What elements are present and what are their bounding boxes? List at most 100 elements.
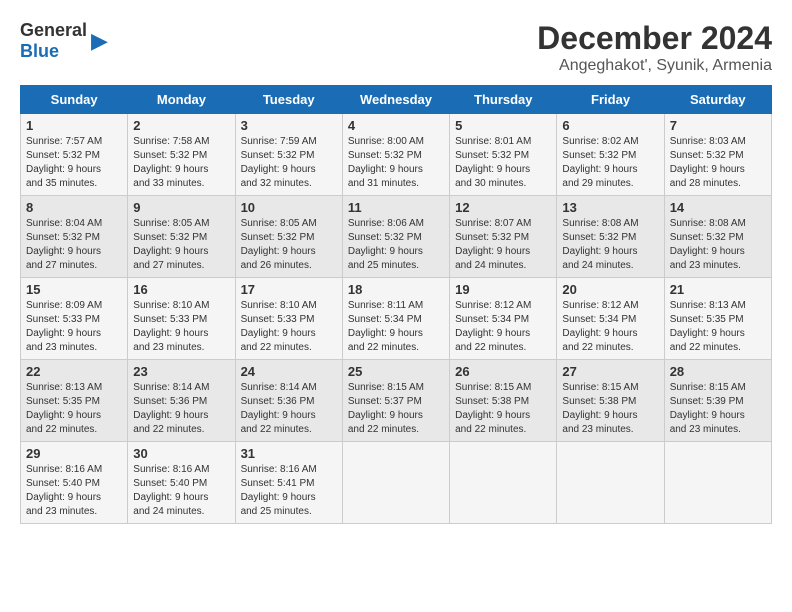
day-info: Sunrise: 8:10 AM Sunset: 5:33 PM Dayligh…	[241, 299, 337, 355]
header-tuesday: Tuesday	[235, 86, 342, 114]
day-number: 23	[133, 364, 229, 379]
calendar-cell: 4 Sunrise: 8:00 AM Sunset: 5:32 PM Daylig…	[342, 114, 449, 196]
day-number: 9	[133, 200, 229, 215]
day-info: Sunrise: 8:08 AM Sunset: 5:32 PM Dayligh…	[670, 217, 766, 273]
day-info: Sunrise: 8:00 AM Sunset: 5:32 PM Dayligh…	[348, 135, 444, 191]
day-number: 14	[670, 200, 766, 215]
day-info: Sunrise: 8:15 AM Sunset: 5:38 PM Dayligh…	[562, 381, 658, 437]
calendar-cell: 17 Sunrise: 8:10 AM Sunset: 5:33 PM Dayli…	[235, 278, 342, 360]
calendar-cell: 26 Sunrise: 8:15 AM Sunset: 5:38 PM Dayli…	[450, 360, 557, 442]
day-info: Sunrise: 7:58 AM Sunset: 5:32 PM Dayligh…	[133, 135, 229, 191]
day-number: 18	[348, 282, 444, 297]
day-info: Sunrise: 8:13 AM Sunset: 5:35 PM Dayligh…	[670, 299, 766, 355]
day-number: 15	[26, 282, 122, 297]
calendar-week-4: 22Sunrise: 8:13 AM Sunset: 5:35 PM Dayli…	[21, 360, 772, 442]
day-number: 21	[670, 282, 766, 297]
calendar-cell: 13Sunrise: 8:08 AM Sunset: 5:32 PM Dayli…	[557, 196, 664, 278]
calendar-cell: 27 Sunrise: 8:15 AM Sunset: 5:38 PM Dayli…	[557, 360, 664, 442]
calendar-cell: 6Sunrise: 8:02 AM Sunset: 5:32 PM Daylig…	[557, 114, 664, 196]
calendar-cell: 10Sunrise: 8:05 AM Sunset: 5:32 PM Dayli…	[235, 196, 342, 278]
day-info: Sunrise: 8:09 AM Sunset: 5:33 PM Dayligh…	[26, 299, 122, 355]
day-info: Sunrise: 8:10 AM Sunset: 5:33 PM Dayligh…	[133, 299, 229, 355]
calendar-cell: 16 Sunrise: 8:10 AM Sunset: 5:33 PM Dayli…	[128, 278, 235, 360]
location-subtitle: Angeghakot', Syunik, Armenia	[537, 57, 772, 75]
calendar-cell: 11 Sunrise: 8:06 AM Sunset: 5:32 PM Dayli…	[342, 196, 449, 278]
day-number: 12	[455, 200, 551, 215]
day-number: 16	[133, 282, 229, 297]
title-area: December 2024 Angeghakot', Syunik, Armen…	[537, 20, 772, 75]
logo: General Blue ▶	[20, 20, 108, 62]
day-info: Sunrise: 8:05 AM Sunset: 5:32 PM Dayligh…	[133, 217, 229, 273]
header-wednesday: Wednesday	[342, 86, 449, 114]
calendar-cell: 30 Sunrise: 8:16 AM Sunset: 5:40 PM Dayli…	[128, 442, 235, 524]
day-number: 1	[26, 118, 122, 133]
day-info: Sunrise: 8:12 AM Sunset: 5:34 PM Dayligh…	[562, 299, 658, 355]
day-number: 25	[348, 364, 444, 379]
day-info: Sunrise: 8:16 AM Sunset: 5:40 PM Dayligh…	[26, 463, 122, 519]
calendar-cell: 25 Sunrise: 8:15 AM Sunset: 5:37 PM Dayli…	[342, 360, 449, 442]
calendar-cell: 7 Sunrise: 8:03 AM Sunset: 5:32 PM Daylig…	[664, 114, 771, 196]
calendar-cell: 9 Sunrise: 8:05 AM Sunset: 5:32 PM Daylig…	[128, 196, 235, 278]
header-monday: Monday	[128, 86, 235, 114]
logo-text: General Blue	[20, 20, 87, 62]
calendar-cell: 20 Sunrise: 8:12 AM Sunset: 5:34 PM Dayli…	[557, 278, 664, 360]
day-number: 6	[562, 118, 658, 133]
day-info: Sunrise: 8:04 AM Sunset: 5:32 PM Dayligh…	[26, 217, 122, 273]
day-number: 17	[241, 282, 337, 297]
day-info: Sunrise: 8:16 AM Sunset: 5:41 PM Dayligh…	[241, 463, 337, 519]
day-number: 10	[241, 200, 337, 215]
calendar-cell: 31Sunrise: 8:16 AM Sunset: 5:41 PM Dayli…	[235, 442, 342, 524]
day-info: Sunrise: 8:08 AM Sunset: 5:32 PM Dayligh…	[562, 217, 658, 273]
calendar-cell: 18 Sunrise: 8:11 AM Sunset: 5:34 PM Dayli…	[342, 278, 449, 360]
calendar-cell: 2 Sunrise: 7:58 AM Sunset: 5:32 PM Daylig…	[128, 114, 235, 196]
calendar-cell: 28Sunrise: 8:15 AM Sunset: 5:39 PM Dayli…	[664, 360, 771, 442]
day-info: Sunrise: 8:01 AM Sunset: 5:32 PM Dayligh…	[455, 135, 551, 191]
day-number: 27	[562, 364, 658, 379]
calendar-cell: 14 Sunrise: 8:08 AM Sunset: 5:32 PM Dayli…	[664, 196, 771, 278]
day-number: 11	[348, 200, 444, 215]
calendar-cell: 29Sunrise: 8:16 AM Sunset: 5:40 PM Dayli…	[21, 442, 128, 524]
day-number: 7	[670, 118, 766, 133]
calendar-cell	[450, 442, 557, 524]
day-number: 5	[455, 118, 551, 133]
header-saturday: Saturday	[664, 86, 771, 114]
calendar-week-3: 15 Sunrise: 8:09 AM Sunset: 5:33 PM Dayli…	[21, 278, 772, 360]
calendar-cell: 21 Sunrise: 8:13 AM Sunset: 5:35 PM Dayli…	[664, 278, 771, 360]
calendar-cell: 23 Sunrise: 8:14 AM Sunset: 5:36 PM Dayli…	[128, 360, 235, 442]
day-info: Sunrise: 8:15 AM Sunset: 5:38 PM Dayligh…	[455, 381, 551, 437]
day-info: Sunrise: 7:59 AM Sunset: 5:32 PM Dayligh…	[241, 135, 337, 191]
calendar-cell: 24Sunrise: 8:14 AM Sunset: 5:36 PM Dayli…	[235, 360, 342, 442]
calendar-cell: 1Sunrise: 7:57 AM Sunset: 5:32 PM Daylig…	[21, 114, 128, 196]
day-number: 20	[562, 282, 658, 297]
calendar-week-1: 1Sunrise: 7:57 AM Sunset: 5:32 PM Daylig…	[21, 114, 772, 196]
calendar-cell: 3 Sunrise: 7:59 AM Sunset: 5:32 PM Daylig…	[235, 114, 342, 196]
day-info: Sunrise: 8:15 AM Sunset: 5:37 PM Dayligh…	[348, 381, 444, 437]
day-number: 4	[348, 118, 444, 133]
calendar-cell: 8 Sunrise: 8:04 AM Sunset: 5:32 PM Daylig…	[21, 196, 128, 278]
calendar-week-5: 29Sunrise: 8:16 AM Sunset: 5:40 PM Dayli…	[21, 442, 772, 524]
day-number: 2	[133, 118, 229, 133]
day-number: 30	[133, 446, 229, 461]
day-info: Sunrise: 8:11 AM Sunset: 5:34 PM Dayligh…	[348, 299, 444, 355]
calendar-cell	[557, 442, 664, 524]
day-info: Sunrise: 8:03 AM Sunset: 5:32 PM Dayligh…	[670, 135, 766, 191]
logo-general: General	[20, 20, 87, 40]
calendar-cell: 22Sunrise: 8:13 AM Sunset: 5:35 PM Dayli…	[21, 360, 128, 442]
calendar-cell: 19Sunrise: 8:12 AM Sunset: 5:34 PM Dayli…	[450, 278, 557, 360]
page-header: General Blue ▶ December 2024 Angeghakot'…	[20, 20, 772, 75]
calendar-cell: 15 Sunrise: 8:09 AM Sunset: 5:33 PM Dayli…	[21, 278, 128, 360]
day-number: 3	[241, 118, 337, 133]
bird-icon: ▶	[91, 28, 108, 54]
day-info: Sunrise: 8:06 AM Sunset: 5:32 PM Dayligh…	[348, 217, 444, 273]
day-number: 8	[26, 200, 122, 215]
day-number: 26	[455, 364, 551, 379]
calendar-cell	[342, 442, 449, 524]
day-info: Sunrise: 8:16 AM Sunset: 5:40 PM Dayligh…	[133, 463, 229, 519]
header-friday: Friday	[557, 86, 664, 114]
day-number: 19	[455, 282, 551, 297]
weekday-header-row: Sunday Monday Tuesday Wednesday Thursday…	[21, 86, 772, 114]
calendar-cell: 12Sunrise: 8:07 AM Sunset: 5:32 PM Dayli…	[450, 196, 557, 278]
calendar-table: Sunday Monday Tuesday Wednesday Thursday…	[20, 85, 772, 524]
calendar-week-2: 8 Sunrise: 8:04 AM Sunset: 5:32 PM Daylig…	[21, 196, 772, 278]
day-info: Sunrise: 8:14 AM Sunset: 5:36 PM Dayligh…	[133, 381, 229, 437]
